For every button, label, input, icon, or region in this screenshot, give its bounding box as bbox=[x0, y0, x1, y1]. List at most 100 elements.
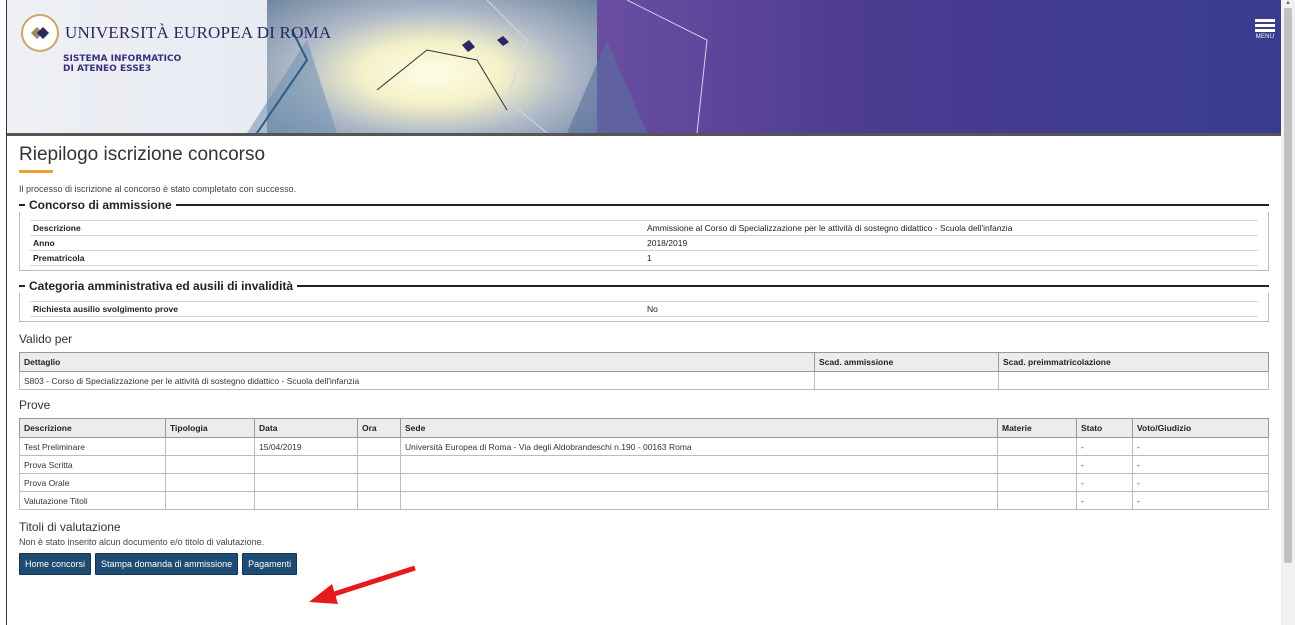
site-header: UNIVERSITÀ EUROPEA DI ROMA SISTEMA INFOR… bbox=[7, 0, 1281, 133]
table-cell: 15/04/2019 bbox=[254, 437, 358, 456]
field-label: Richiesta ausilio svolgimento prove bbox=[30, 301, 644, 317]
table-row: Richiesta ausilio svolgimento prove No bbox=[30, 301, 1258, 317]
column-header: Tipologia bbox=[165, 418, 255, 438]
university-crest-icon bbox=[21, 14, 59, 52]
action-buttons: Home concorsi Stampa domanda di ammissio… bbox=[19, 553, 1269, 575]
table-cell bbox=[997, 437, 1077, 456]
field-value: 1 bbox=[644, 250, 1258, 266]
field-label: Prematricola bbox=[30, 250, 644, 266]
table-cell bbox=[997, 455, 1077, 474]
system-title: SISTEMA INFORMATICO DI ATENEO ESSE3 bbox=[63, 54, 181, 74]
table-cell: S803 - Corso di Specializzazione per le … bbox=[19, 371, 815, 390]
categoria-section: Categoria amministrativa ed ausili di in… bbox=[19, 279, 1269, 322]
scroll-up-icon[interactable]: ▲ bbox=[1285, 0, 1291, 6]
system-title-line2: DI ATENEO ESSE3 bbox=[63, 64, 152, 74]
concorso-section: Concorso di ammissione Descrizione Ammis… bbox=[19, 198, 1269, 271]
column-header: Voto/Giudizio bbox=[1132, 418, 1269, 438]
table-cell bbox=[357, 437, 401, 456]
table-cell bbox=[357, 491, 401, 510]
concorso-heading: Concorso di ammissione bbox=[19, 198, 1269, 212]
column-header: Data bbox=[254, 418, 358, 438]
column-header: Dettaglio bbox=[19, 352, 815, 372]
column-header: Descrizione bbox=[19, 418, 166, 438]
table-cell bbox=[400, 491, 998, 510]
valido-per-heading: Valido per bbox=[19, 332, 73, 346]
table-cell: Prova Scritta bbox=[19, 455, 166, 474]
concorso-table: Descrizione Ammissione al Corso di Speci… bbox=[30, 220, 1258, 266]
table-cell bbox=[165, 473, 255, 492]
pagamenti-button[interactable]: Pagamenti bbox=[242, 553, 298, 575]
stampa-domanda-button[interactable]: Stampa domanda di ammissione bbox=[95, 553, 239, 575]
table-cell bbox=[165, 437, 255, 456]
column-header: Materie bbox=[997, 418, 1077, 438]
table-cell bbox=[254, 473, 358, 492]
column-header: Scad. ammissione bbox=[814, 352, 999, 372]
table-cell bbox=[357, 455, 401, 474]
table-cell: Prova Orale bbox=[19, 473, 166, 492]
column-header: Scad. preimmatricolazione bbox=[998, 352, 1269, 372]
table-cell bbox=[165, 491, 255, 510]
table-row: Descrizione Ammissione al Corso di Speci… bbox=[30, 220, 1258, 236]
table-cell: - bbox=[1076, 455, 1133, 474]
categoria-table: Richiesta ausilio svolgimento prove No bbox=[30, 301, 1258, 317]
table-cell bbox=[998, 371, 1269, 390]
table-cell bbox=[254, 455, 358, 474]
field-label: Descrizione bbox=[30, 220, 644, 236]
table-cell: - bbox=[1132, 437, 1269, 456]
table-header-row: Dettaglio Scad. ammissione Scad. preimma… bbox=[19, 352, 1269, 372]
concorso-heading-text: Concorso di ammissione bbox=[29, 198, 172, 212]
table-row: Prova Scritta - - bbox=[19, 455, 1269, 474]
table-cell bbox=[997, 473, 1077, 492]
table-row: Prova Orale - - bbox=[19, 473, 1269, 492]
table-cell bbox=[165, 455, 255, 474]
prove-heading: Prove bbox=[19, 398, 51, 412]
hamburger-icon bbox=[1255, 19, 1275, 32]
table-cell bbox=[997, 491, 1077, 510]
titoli-heading: Titoli di valutazione bbox=[19, 520, 121, 534]
table-row: Anno 2018/2019 bbox=[30, 235, 1258, 251]
field-value: Ammissione al Corso di Specializzazione … bbox=[644, 220, 1258, 236]
categoria-heading-text: Categoria amministrativa ed ausili di in… bbox=[29, 279, 294, 293]
menu-button[interactable]: MENU bbox=[1255, 17, 1275, 40]
system-title-line1: SISTEMA INFORMATICO bbox=[63, 54, 182, 64]
table-cell bbox=[400, 455, 998, 474]
page-title: Riepilogo iscrizione concorso bbox=[19, 144, 266, 165]
table-cell: - bbox=[1076, 473, 1133, 492]
table-cell bbox=[357, 473, 401, 492]
title-underline bbox=[19, 170, 53, 173]
table-row: Prematricola 1 bbox=[30, 250, 1258, 266]
prove-table: Descrizione Tipologia Data Ora Sede Mate… bbox=[19, 418, 1269, 510]
table-cell bbox=[814, 371, 999, 390]
table-cell: Valutazione Titoli bbox=[19, 491, 166, 510]
table-header-row: Descrizione Tipologia Data Ora Sede Mate… bbox=[19, 418, 1269, 438]
university-name: UNIVERSITÀ EUROPEA DI ROMA bbox=[65, 23, 332, 42]
table-row: S803 - Corso di Specializzazione per le … bbox=[19, 371, 1269, 390]
table-cell: - bbox=[1132, 491, 1269, 510]
table-cell bbox=[254, 491, 358, 510]
field-value: 2018/2019 bbox=[644, 235, 1258, 251]
browser-page: UNIVERSITÀ EUROPEA DI ROMA SISTEMA INFOR… bbox=[6, 0, 1282, 625]
home-concorsi-button[interactable]: Home concorsi bbox=[19, 553, 92, 575]
valido-per-table: Dettaglio Scad. ammissione Scad. preimma… bbox=[19, 352, 1269, 390]
column-header: Ora bbox=[357, 418, 401, 438]
categoria-heading: Categoria amministrativa ed ausili di in… bbox=[19, 279, 1269, 293]
table-cell: - bbox=[1076, 491, 1133, 510]
titoli-message: Non è stato inserito alcun documento e/o… bbox=[19, 537, 265, 547]
table-cell: - bbox=[1076, 437, 1133, 456]
table-cell: Università Europea di Roma - Via degli A… bbox=[400, 437, 998, 456]
table-row: Test Preliminare 15/04/2019 Università E… bbox=[19, 437, 1269, 456]
scrollbar-thumb[interactable] bbox=[1284, 8, 1292, 563]
menu-label: MENU bbox=[1255, 34, 1275, 40]
column-header: Stato bbox=[1076, 418, 1133, 438]
table-cell bbox=[400, 473, 998, 492]
field-label: Anno bbox=[30, 235, 644, 251]
table-cell: - bbox=[1132, 455, 1269, 474]
main-content: Riepilogo iscrizione concorso Il process… bbox=[7, 136, 1281, 575]
university-logo[interactable]: UNIVERSITÀ EUROPEA DI ROMA bbox=[21, 14, 331, 52]
table-row: Valutazione Titoli - - bbox=[19, 491, 1269, 510]
table-cell: Test Preliminare bbox=[19, 437, 166, 456]
table-cell: - bbox=[1132, 473, 1269, 492]
vertical-scrollbar[interactable]: ▲ bbox=[1281, 0, 1295, 625]
column-header: Sede bbox=[400, 418, 998, 438]
success-message: Il processo di iscrizione al concorso è … bbox=[19, 184, 297, 194]
